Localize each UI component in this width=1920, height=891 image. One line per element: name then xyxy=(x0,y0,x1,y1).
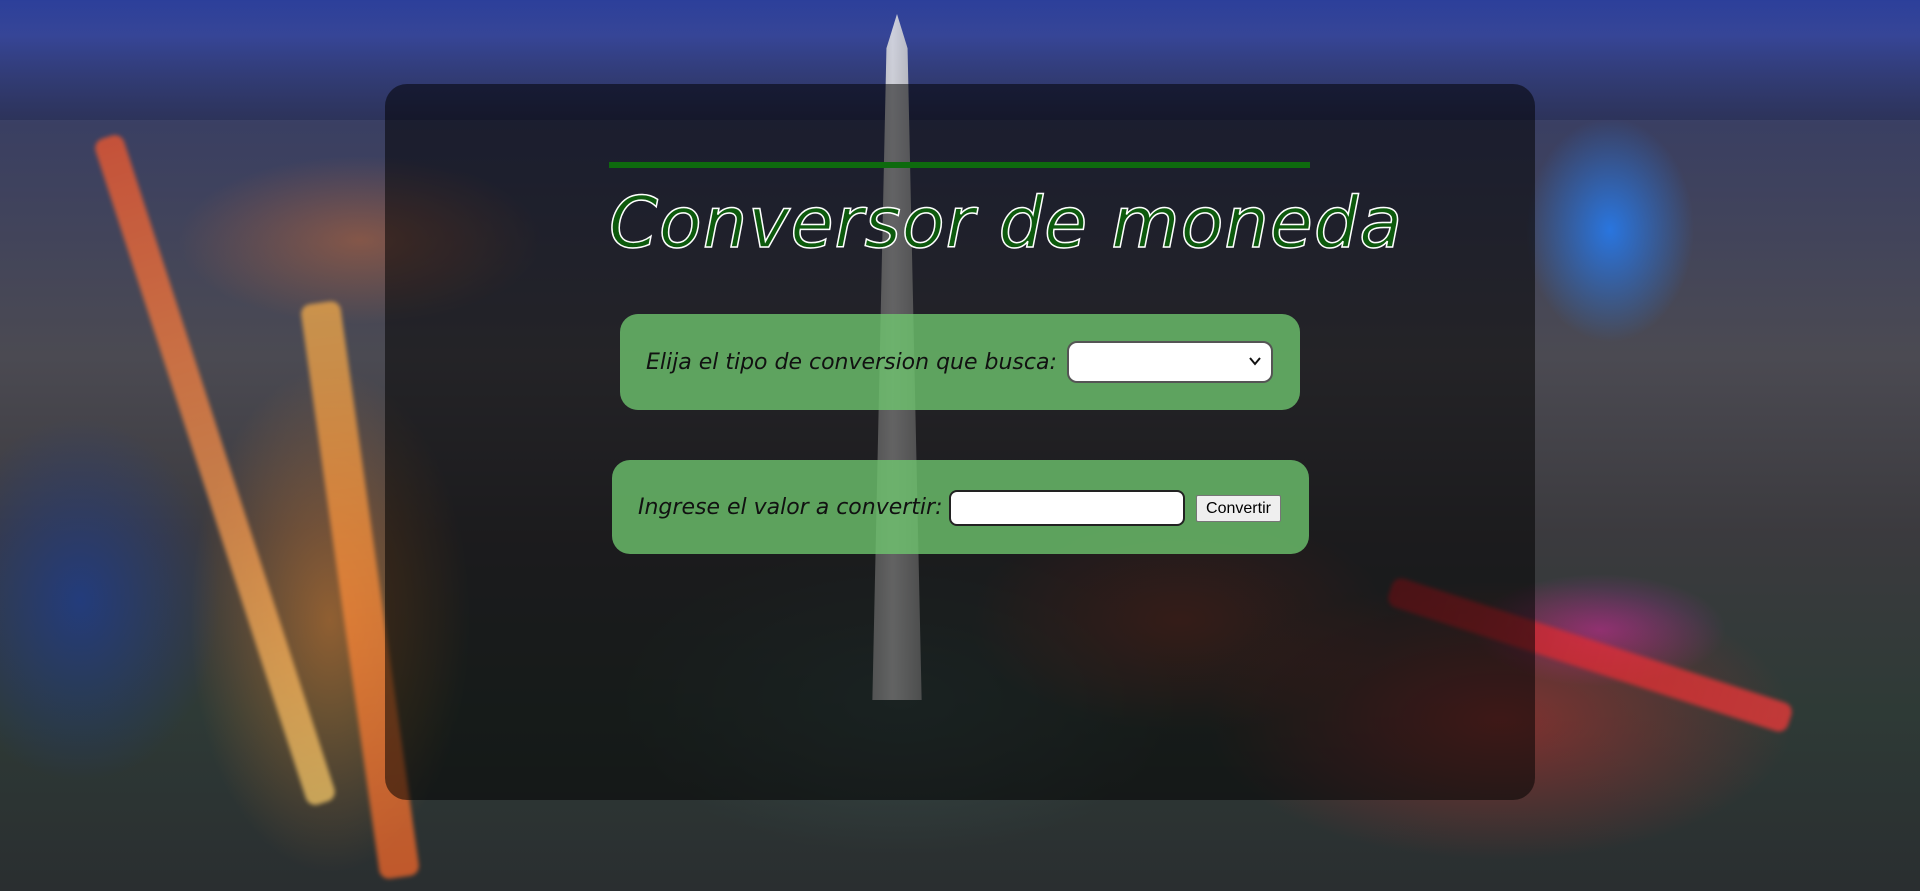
page-title: Conversor de moneda xyxy=(608,181,1404,265)
value-input-label: Ingrese el valor a convertir: xyxy=(638,494,943,520)
value-input-field[interactable] xyxy=(949,490,1185,526)
city-light-streak xyxy=(92,132,338,808)
conversion-type-label: Elija el tipo de conversion que busca: xyxy=(646,349,1057,375)
convert-button[interactable]: Convertir xyxy=(1196,495,1281,522)
conversion-type-select[interactable] xyxy=(1067,341,1273,383)
chevron-down-icon xyxy=(1249,357,1261,366)
